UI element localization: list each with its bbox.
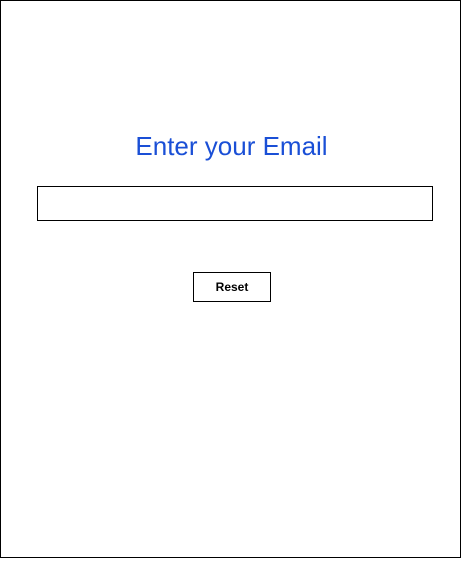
page-title: Enter your Email [135, 131, 328, 161]
email-field[interactable] [37, 186, 433, 221]
reset-button[interactable]: Reset [193, 272, 271, 302]
